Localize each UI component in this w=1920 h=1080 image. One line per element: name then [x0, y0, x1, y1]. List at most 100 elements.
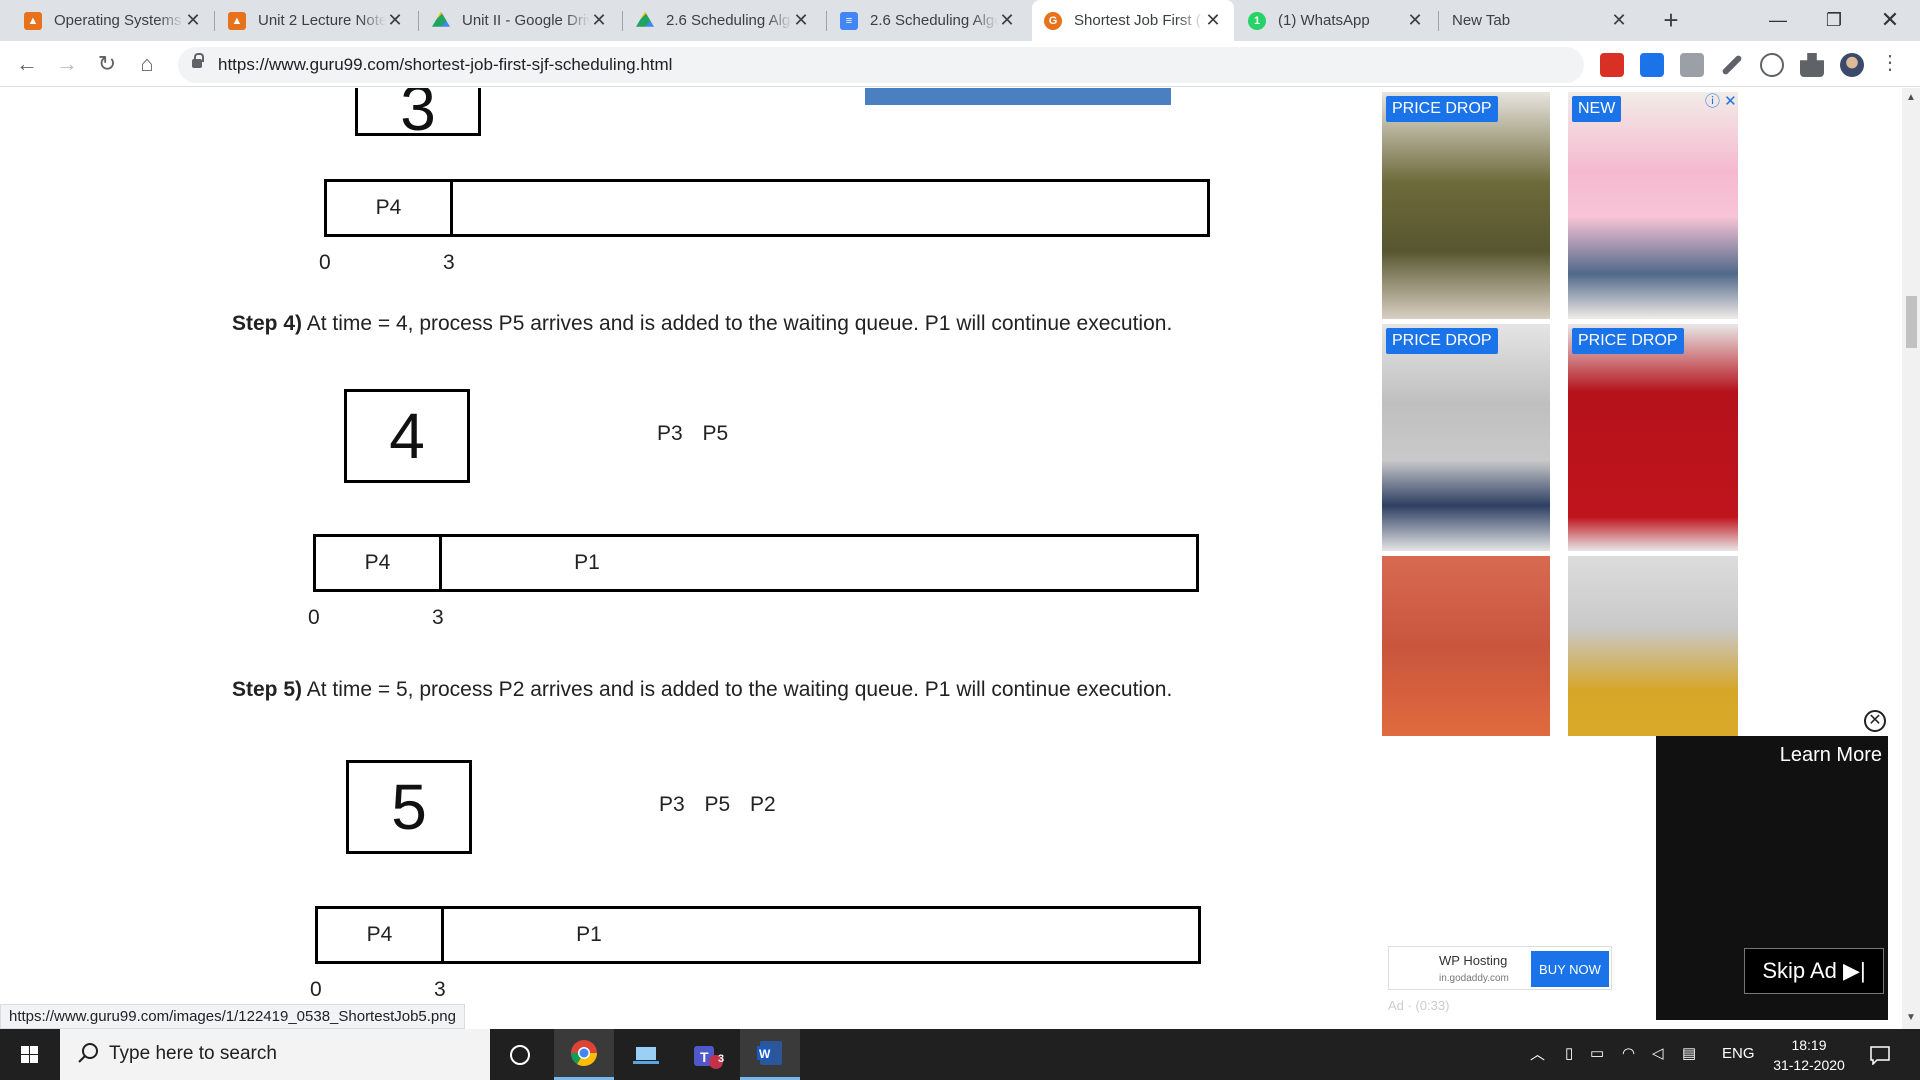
battery-icon[interactable]: ▭	[1590, 1044, 1604, 1062]
link-status-bubble: https://www.guru99.com/images/1/122419_0…	[0, 1004, 465, 1029]
cortana-button[interactable]	[490, 1029, 550, 1080]
gantt-cell-p4: P4	[366, 923, 393, 946]
eyedropper-extension-icon[interactable]	[1721, 54, 1743, 76]
chrome-taskbar-button[interactable]	[554, 1029, 614, 1080]
tab-title: Shortest Job First (SJF)	[1074, 12, 1204, 29]
tab-new-tab[interactable]: New Tab ✕	[1440, 0, 1640, 41]
tab-strip: ▲ Operating Systems ✕ ▲ Unit 2 Lecture N…	[0, 0, 1920, 41]
buy-now-button[interactable]: BUY NOW	[1531, 951, 1609, 987]
svg-text:T: T	[700, 1049, 709, 1065]
search-icon	[78, 1043, 98, 1063]
gantt-tick: 0	[308, 606, 320, 629]
time-value: 4	[389, 400, 425, 472]
forward-button[interactable]: →	[53, 51, 81, 79]
gantt-tick: 3	[443, 251, 455, 274]
keyboard-icon[interactable]: ▤	[1682, 1044, 1696, 1062]
page-scrollbar[interactable]: ▲ ▼	[1902, 88, 1920, 1029]
reload-button[interactable]: ↻	[93, 51, 121, 79]
wifi-icon[interactable]: ◠	[1622, 1044, 1635, 1062]
chrome-icon	[570, 1040, 598, 1067]
close-tab-icon[interactable]: ✕	[1406, 10, 1424, 31]
camera-extension-icon[interactable]	[1680, 53, 1704, 77]
ad-timer: Ad · (0:33)	[1388, 998, 1450, 1013]
close-tab-icon[interactable]: ✕	[1610, 10, 1628, 31]
acrobat-extension-icon[interactable]	[1600, 53, 1624, 77]
time-box-5: 5	[346, 760, 472, 854]
close-tab-icon[interactable]: ✕	[590, 10, 608, 31]
ad-info-close-icon[interactable]: ⓘ ✕	[1705, 90, 1737, 111]
ad-brand-card[interactable]: WP Hosting in.godaddy.com BUY NOW	[1388, 946, 1612, 990]
close-window-button[interactable]: ✕	[1862, 0, 1918, 41]
time-value: 5	[391, 771, 427, 843]
start-button[interactable]	[0, 1029, 60, 1080]
ad-product-image[interactable]: PRICE DROP	[1382, 92, 1550, 319]
ad-product-image[interactable]: PRICE DROP	[1382, 324, 1550, 551]
google-drive-icon	[432, 11, 450, 27]
tab-title: Operating Systems	[54, 12, 182, 29]
device-icon[interactable]: ▯	[1565, 1044, 1573, 1062]
profile-avatar[interactable]	[1840, 53, 1864, 77]
ad-product-image[interactable]	[1568, 556, 1738, 736]
waiting-queue: P3 P5	[657, 422, 729, 445]
gantt-cell-p4: P4	[364, 551, 391, 574]
show-hidden-icons-chevron-icon[interactable]: ︿	[1530, 1043, 1552, 1064]
pc-connect-taskbar-button[interactable]	[616, 1029, 676, 1080]
ad-brand-name: WP Hosting	[1439, 953, 1508, 968]
teams-taskbar-button[interactable]: T3	[678, 1029, 738, 1080]
menu-kebab-icon[interactable]: ⋮	[1880, 53, 1900, 77]
learn-more-link[interactable]: Learn More	[1780, 744, 1882, 767]
tab-scheduling-docs[interactable]: ≡ 2.6 Scheduling Algorithms ✕	[828, 0, 1028, 41]
language-indicator[interactable]: ENG	[1722, 1045, 1755, 1062]
time-box-4: 4	[344, 389, 470, 483]
tab-title: (1) WhatsApp	[1278, 12, 1370, 29]
ad-product-image[interactable]: NEW	[1568, 92, 1738, 319]
ad-product-image[interactable]	[1382, 556, 1550, 736]
home-button[interactable]: ⌂	[133, 51, 161, 79]
skip-ad-button[interactable]: Skip Ad ▶|	[1744, 948, 1884, 994]
gantt-chart-4: P4 P1	[313, 534, 1199, 592]
whatsapp-icon: 1	[1248, 11, 1266, 30]
new-tab-button[interactable]: +	[1656, 6, 1686, 36]
windows-taskbar: Type here to search T3 W ︿ ▯ ▭ ◠ ◁ ▤ ENG…	[0, 1029, 1920, 1080]
close-tab-icon[interactable]: ✕	[184, 10, 202, 31]
minimize-button[interactable]: —	[1750, 0, 1806, 41]
ad-brand-url: in.godaddy.com	[1439, 973, 1509, 984]
tab-whatsapp[interactable]: 1 (1) WhatsApp ✕	[1236, 0, 1436, 41]
step-5-text: Step 5) At time = 5, process P2 arrives …	[232, 678, 1172, 702]
scroll-up-arrow-icon[interactable]: ▲	[1906, 92, 1916, 103]
volume-icon[interactable]: ◁	[1652, 1044, 1664, 1062]
scroll-down-arrow-icon[interactable]: ▼	[1906, 1012, 1916, 1023]
tab-shortest-job-first[interactable]: G Shortest Job First (SJF) ✕	[1032, 0, 1234, 41]
extension-circle-icon[interactable]	[1760, 53, 1784, 77]
tab-unit2-lecture-notes[interactable]: ▲ Unit 2 Lecture Notes ✕	[216, 0, 416, 41]
google-docs-icon: ≡	[840, 11, 858, 30]
action-center-button[interactable]	[1852, 1029, 1908, 1080]
close-tab-icon[interactable]: ✕	[792, 10, 810, 31]
scrollbar-thumb[interactable]	[1906, 296, 1917, 348]
ad-product-image[interactable]: PRICE DROP	[1568, 324, 1738, 551]
close-tab-icon[interactable]: ✕	[1204, 10, 1222, 31]
screen-capture-extension-icon[interactable]	[1640, 53, 1664, 77]
tab-scheduling-drive[interactable]: 2.6 Scheduling Algorithms ✕	[624, 0, 822, 41]
word-taskbar-button[interactable]: W	[740, 1029, 800, 1080]
video-ad[interactable]: Learn More WP Hosting in.godaddy.com BUY…	[1382, 736, 1888, 1020]
time-box-3: 3	[355, 88, 481, 144]
time-value: 3	[400, 88, 436, 144]
gantt-tick: 3	[434, 978, 446, 1001]
tab-operating-systems[interactable]: ▲ Operating Systems ✕	[12, 0, 214, 41]
taskbar-search-box[interactable]: Type here to search	[60, 1029, 490, 1080]
address-bar[interactable]: https://www.guru99.com/shortest-job-firs…	[178, 47, 1584, 83]
restore-button[interactable]: ❐	[1806, 0, 1862, 41]
back-button[interactable]: ←	[13, 51, 41, 79]
taskbar-clock[interactable]: 18:19 31-12-2020	[1764, 1035, 1854, 1075]
gantt-cell-p1: P1	[574, 551, 600, 574]
tab-title: 2.6 Scheduling Algorithms	[870, 12, 998, 29]
tab-google-drive[interactable]: Unit II - Google Drive ✕	[420, 0, 620, 41]
close-tab-icon[interactable]: ✕	[998, 10, 1016, 31]
url-text[interactable]: https://www.guru99.com/shortest-job-firs…	[218, 55, 672, 75]
close-ad-icon[interactable]: ✕	[1864, 710, 1886, 732]
extensions-puzzle-icon[interactable]	[1800, 53, 1824, 77]
waiting-queue: P3 P5 P2	[659, 793, 776, 816]
google-drive-icon	[636, 11, 654, 27]
close-tab-icon[interactable]: ✕	[386, 10, 404, 31]
